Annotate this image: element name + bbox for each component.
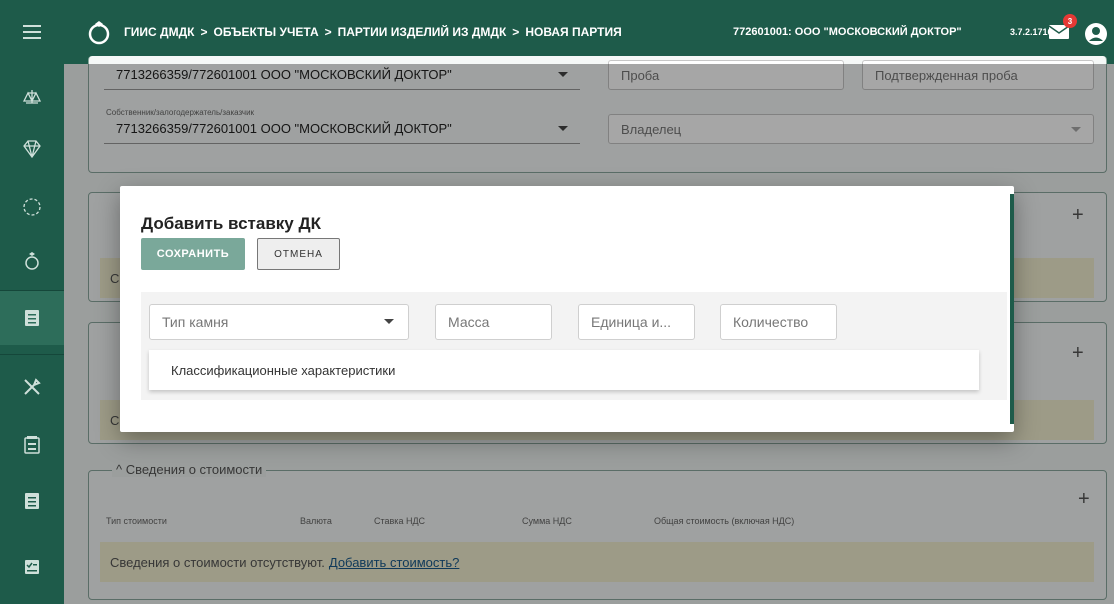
notification-badge: 3 — [1063, 14, 1077, 28]
unit-placeholder: Единица и... — [591, 314, 672, 330]
organization-name: 772601001: ООО "МОСКОВСКИЙ ДОКТОР" — [733, 26, 962, 38]
app-version: 3.7.2.1716 — [1010, 27, 1053, 37]
add-insert-dialog: Добавить вставку ДК СОХРАНИТЬ ОТМЕНА Тип… — [120, 186, 1014, 432]
breadcrumb-separator: > — [324, 25, 332, 39]
list-icon[interactable] — [0, 291, 64, 345]
breadcrumb-item-new-batch: НОВАЯ ПАРТИЯ — [525, 25, 622, 39]
breadcrumb-separator: > — [200, 25, 208, 39]
dialog-accent-bar — [1010, 194, 1014, 424]
diamond-icon[interactable] — [0, 122, 64, 176]
mass-placeholder: Масса — [448, 314, 490, 330]
breadcrumb-item-giis[interactable]: ГИИС ДМДК — [124, 25, 194, 39]
dialog-title: Добавить вставку ДК — [141, 214, 321, 233]
document-icon[interactable] — [0, 474, 64, 528]
mass-input[interactable]: Масса — [435, 304, 552, 340]
stone-type-select[interactable]: Тип камня — [149, 304, 409, 340]
top-bar: ГИИС ДМДК > ОБЪЕКТЫ УЧЕТА > ПАРТИИ ИЗДЕЛ… — [0, 0, 1114, 64]
classification-panel[interactable]: Классификационные характеристики — [149, 350, 979, 390]
breadcrumb-item-batches[interactable]: ПАРТИИ ИЗДЕЛИЙ ИЗ ДМДК — [338, 25, 507, 39]
stone-type-placeholder: Тип камня — [162, 314, 229, 330]
sidebar — [0, 64, 64, 604]
checklist-icon[interactable] — [0, 540, 64, 594]
quantity-input[interactable]: Количество — [720, 304, 837, 340]
chevron-down-icon — [384, 319, 394, 324]
quantity-placeholder: Количество — [733, 314, 809, 330]
breadcrumb-separator: > — [512, 25, 520, 39]
id-card-icon[interactable] — [0, 418, 64, 472]
save-button[interactable]: СОХРАНИТЬ — [141, 238, 245, 270]
circle-icon[interactable] — [0, 180, 64, 234]
account-icon[interactable] — [1084, 22, 1108, 46]
sidebar-divider — [0, 354, 64, 355]
classification-label: Классификационные характеристики — [171, 362, 396, 378]
breadcrumb-item-objects[interactable]: ОБЪЕКТЫ УЧЕТА — [214, 25, 319, 39]
breadcrumb: ГИИС ДМДК > ОБЪЕКТЫ УЧЕТА > ПАРТИИ ИЗДЕЛ… — [124, 25, 622, 39]
unit-select[interactable]: Единица и... — [578, 304, 695, 340]
tools-icon[interactable] — [0, 360, 64, 414]
ring-icon[interactable] — [0, 234, 64, 288]
scales-icon[interactable] — [0, 70, 64, 124]
dialog-body: Тип камня Масса Единица и... Количество … — [141, 292, 1007, 400]
ring-logo-icon[interactable] — [84, 17, 114, 47]
menu-icon[interactable] — [0, 0, 64, 64]
cancel-button[interactable]: ОТМЕНА — [257, 238, 340, 270]
